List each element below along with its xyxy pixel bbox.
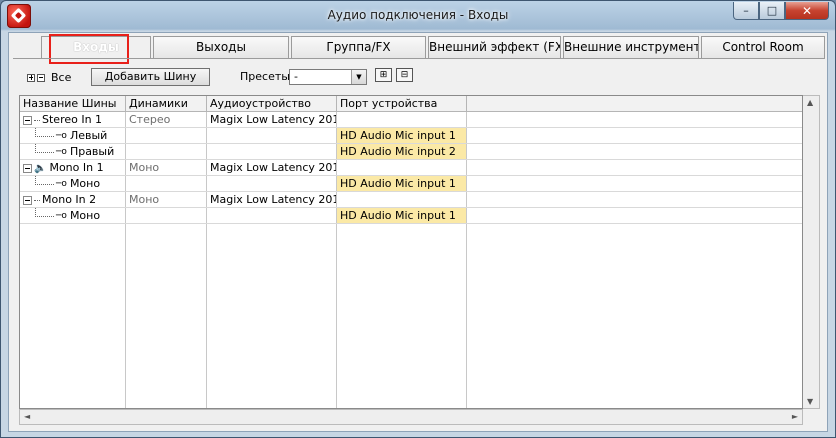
table-row[interactable]: ─o Левый HD Audio Mic input 1 [20,128,802,144]
tab-outputs[interactable]: Выходы [153,36,289,58]
speakers-cell[interactable]: Моно [126,192,207,207]
add-bus-button[interactable]: Добавить Шину [91,68,210,86]
device-port-cell[interactable]: HD Audio Mic input 2 [337,144,467,159]
channel-plug-icon: ─o [56,146,67,157]
speakers-cell[interactable]: Моно [126,160,207,175]
collapse-toggle-icon[interactable] [23,163,32,173]
presets-label: Пресеты [240,70,290,83]
table-row[interactable]: ─o Моно HD Audio Mic input 1 [20,176,802,192]
vertical-scrollbar[interactable]: ▲ ▼ [803,95,820,409]
speakers-cell [126,128,207,143]
speakers-cell[interactable]: Стерео [126,112,207,127]
window-title: Аудио подключения - Входы [327,8,509,22]
horizontal-scrollbar[interactable]: ◄ ► [19,409,803,425]
table-row[interactable]: ─o Моно HD Audio Mic input 1 [20,208,802,224]
table-row[interactable]: 🔈 Mono In 1 Моно Magix Low Latency 2016 [20,160,802,176]
channel-plug-icon: ─o [56,210,67,221]
device-port-cell[interactable]: HD Audio Mic input 1 [337,208,467,223]
save-preset-icon[interactable]: ⊞ [375,68,392,82]
window-controls: – □ ✕ [733,2,829,20]
device-port-cell[interactable] [337,112,467,127]
maximize-button[interactable]: □ [759,2,785,20]
device-port-cell[interactable]: HD Audio Mic input 1 [337,176,467,191]
expand-collapse-all[interactable]: Все [27,71,71,84]
table-row[interactable]: Mono In 2 Моно Magix Low Latency 2016 [20,192,802,208]
audio-device-cell[interactable]: Magix Low Latency 2016 [207,192,337,207]
presets-value: - [294,70,298,83]
close-button[interactable]: ✕ [785,2,829,20]
toolbar: Все Добавить Шину Пресеты - ▼ ⊞ ⊟ [19,67,819,87]
scroll-down-icon[interactable]: ▼ [807,397,813,406]
column-header-speakers[interactable]: Динамики [126,96,207,111]
bus-name-cell[interactable]: 🔈 Mono In 1 [20,160,126,175]
bus-name-cell[interactable]: ─o Моно [20,176,126,191]
bus-name-cell[interactable]: ─o Правый [20,144,126,159]
audio-connections-window: Аудио подключения - Входы – □ ✕ Входы Вы… [0,0,836,438]
collapse-all-icon[interactable] [37,73,45,82]
bus-name-cell[interactable]: Mono In 2 [20,192,126,207]
device-port-cell[interactable] [337,192,467,207]
speakers-cell [126,176,207,191]
channel-plug-icon: ─o [56,178,67,189]
client-area: Входы Выходы Группа/FX Внешний эффект (F… [8,32,828,432]
bus-name-cell[interactable]: ─o Левый [20,128,126,143]
audio-device-cell[interactable]: Magix Low Latency 2016 [207,160,337,175]
scroll-left-icon[interactable]: ◄ [24,412,30,421]
scroll-right-icon[interactable]: ► [792,412,798,421]
scroll-up-icon[interactable]: ▲ [807,98,813,107]
bus-name-cell[interactable]: ─o Моно [20,208,126,223]
column-header-device-port[interactable]: Порт устройства [337,96,467,111]
expand-all-label: Все [51,71,72,84]
channel-plug-icon: ─o [56,130,67,141]
tab-control-room[interactable]: Control Room [701,36,825,58]
speakers-cell [126,208,207,223]
expand-all-icon[interactable] [27,73,35,82]
device-port-cell[interactable]: HD Audio Mic input 1 [337,128,467,143]
audio-device-cell [207,144,337,159]
chevron-down-icon[interactable]: ▼ [351,70,366,84]
audio-device-cell [207,208,337,223]
tab-external-fx[interactable]: Внешний эффект (FX) [428,36,561,58]
audio-device-cell [207,128,337,143]
table-row[interactable]: Stereo In 1 Стерео Magix Low Latency 201… [20,112,802,128]
grid-header: Название Шины Динамики Аудиоустройство П… [20,96,802,112]
tab-inputs[interactable]: Входы [41,36,151,58]
delete-preset-icon[interactable]: ⊟ [396,68,413,82]
minimize-button[interactable]: – [733,2,759,20]
speakers-cell [126,144,207,159]
device-port-cell[interactable] [337,160,467,175]
audio-device-cell [207,176,337,191]
tab-external-instruments[interactable]: Внешние инструменты [563,36,699,58]
column-header-bus-name[interactable]: Название Шины [20,96,126,111]
table-row[interactable]: ─o Правый HD Audio Mic input 2 [20,144,802,160]
title-bar[interactable]: Аудио подключения - Входы – □ ✕ [1,1,835,31]
collapse-toggle-icon[interactable] [23,115,32,125]
bus-name-cell[interactable]: Stereo In 1 [20,112,126,127]
collapse-toggle-icon[interactable] [23,195,32,205]
speaker-icon: 🔈 [34,162,47,174]
column-header-audio-device[interactable]: Аудиоустройство [207,96,337,111]
tab-bar: Входы Выходы Группа/FX Внешний эффект (F… [13,34,825,64]
audio-device-cell[interactable]: Magix Low Latency 2016 [207,112,337,127]
bus-grid: Название Шины Динамики Аудиоустройство П… [19,95,803,409]
tab-divider [13,58,825,59]
tab-group-fx[interactable]: Группа/FX [291,36,426,58]
presets-dropdown[interactable]: - ▼ [289,69,367,85]
